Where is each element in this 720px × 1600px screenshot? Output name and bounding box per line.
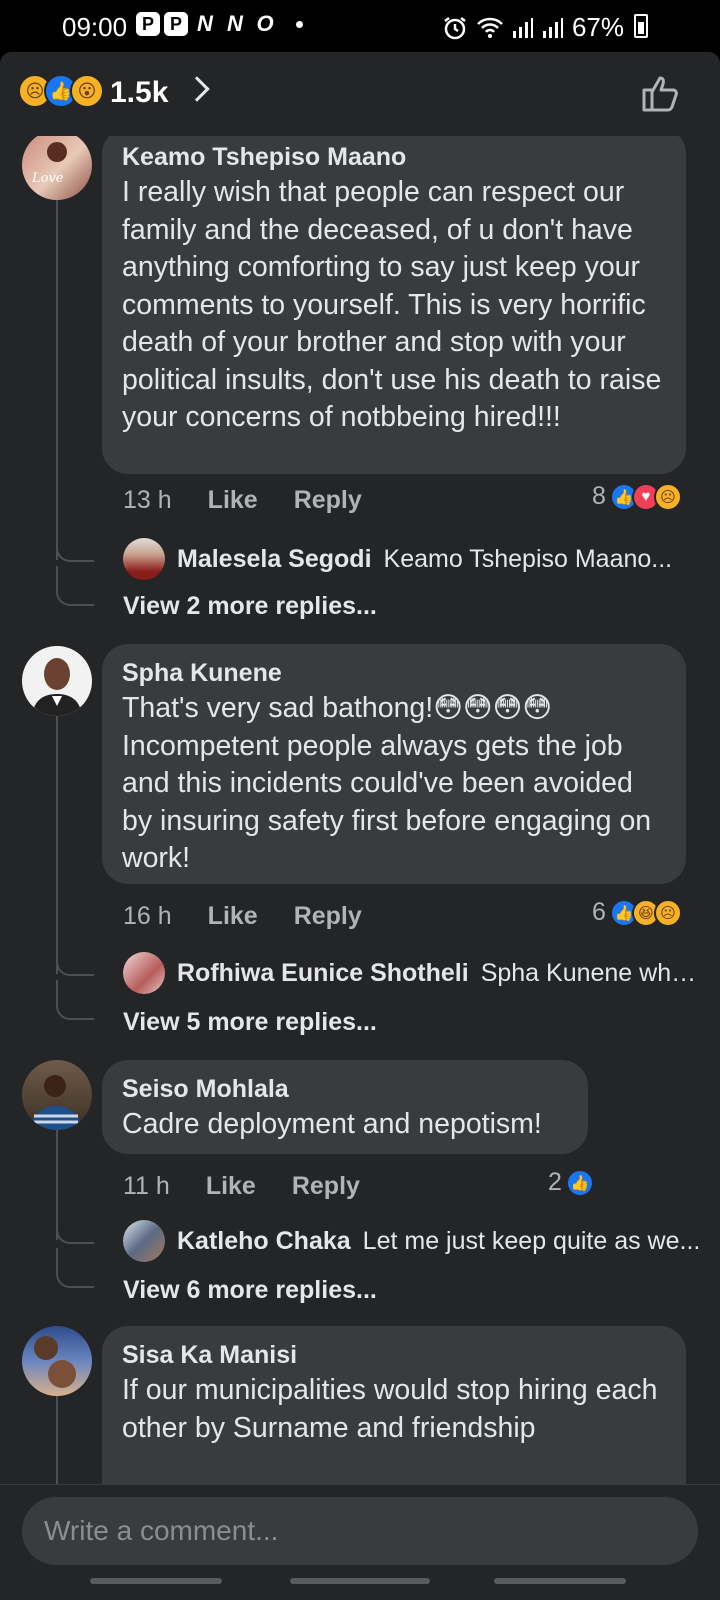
thread-branch: [56, 980, 94, 1020]
reply-button[interactable]: Reply: [294, 486, 362, 515]
battery-icon: [634, 14, 648, 38]
alarm-icon: [444, 16, 466, 39]
thread-branch: [56, 932, 94, 976]
svg-text:Love: Love: [31, 171, 64, 186]
comment-text: I really wish that people can respect ou…: [122, 176, 662, 433]
status-bar: 09:00 P P N N O 67%: [0, 0, 720, 52]
notification-p-icon: P: [136, 12, 160, 36]
reply-author[interactable]: Malesela Segodi: [177, 545, 372, 574]
reply-snippet: Spha Kunene wha...: [480, 958, 703, 987]
comment-input[interactable]: [22, 1497, 698, 1565]
reactions-header[interactable]: ☹ 👍 😮 1.5k: [0, 52, 720, 136]
comment-reactions[interactable]: 2 👍: [548, 1168, 594, 1197]
wow-reaction-icon: 😮: [70, 74, 104, 108]
signal-icon: [542, 17, 563, 38]
reaction-number: 2: [548, 1168, 562, 1196]
notification-n-icon: N: [227, 11, 243, 36]
reply-preview[interactable]: Malesela Segodi Keamo Tshepiso Maano...: [123, 538, 703, 580]
notification-icons: P P N N O: [136, 11, 303, 36]
signal-icon: [512, 17, 533, 38]
reaction-number: 8: [592, 482, 606, 510]
nav-recents-button[interactable]: [90, 1578, 222, 1584]
comment-author[interactable]: Keamo Tshepiso Maano: [122, 142, 666, 172]
comment-timestamp[interactable]: 16 h: [123, 902, 172, 931]
reply-author[interactable]: Katleho Chaka: [177, 1227, 351, 1256]
thread-branch: [56, 1248, 94, 1288]
system-nav-bar: [0, 1564, 720, 1600]
avatar[interactable]: Love: [22, 136, 92, 200]
reaction-summary-icons[interactable]: ☹ 👍 😮: [18, 74, 104, 108]
comment-reactions[interactable]: 8 👍 ♥ ☹: [592, 482, 682, 511]
like-reaction-icon: 👍: [565, 1168, 594, 1197]
avatar[interactable]: [123, 1220, 165, 1262]
reply-snippet: Let me just keep quite as we...: [362, 1226, 701, 1255]
like-button[interactable]: Like: [208, 486, 258, 515]
comment-actions: 16 h Like Reply: [123, 902, 362, 931]
nav-back-button[interactable]: [494, 1578, 626, 1584]
chevron-right-icon[interactable]: [184, 76, 210, 102]
reaction-count[interactable]: 1.5k: [110, 76, 168, 110]
comment-actions: 13 h Like Reply: [123, 486, 362, 515]
reply-preview[interactable]: Rofhiwa Eunice Shotheli Spha Kunene wha.…: [123, 952, 703, 994]
avatar[interactable]: [22, 1326, 92, 1396]
more-notifications-dot-icon: [296, 20, 303, 28]
comment-text: Cadre deployment and nepotism!: [122, 1108, 542, 1140]
battery-percent: 67%: [571, 12, 624, 42]
reaction-number: 6: [592, 898, 606, 926]
thread-branch: [56, 518, 94, 562]
comment-author[interactable]: Seiso Mohlala: [122, 1074, 568, 1104]
comments-panel: ☹ 👍 😮 1.5k Love Keamo Tshepiso Maano I r…: [0, 52, 720, 1600]
reply-snippet: Keamo Tshepiso Maano...: [383, 544, 673, 573]
wifi-icon: [477, 17, 503, 38]
thread-branch: [56, 566, 94, 606]
thread-line: [56, 200, 58, 560]
comment-author[interactable]: Spha Kunene: [122, 658, 666, 688]
system-status: 67%: [442, 12, 650, 43]
avatar[interactable]: [22, 646, 92, 716]
like-button[interactable]: Like: [206, 1172, 256, 1201]
comment-bubble[interactable]: Keamo Tshepiso Maano I really wish that …: [102, 136, 686, 474]
reply-button[interactable]: Reply: [294, 902, 362, 931]
reply-author[interactable]: Rofhiwa Eunice Shotheli: [177, 959, 469, 988]
comment-text: If our municipalities would stop hiring …: [122, 1374, 658, 1444]
view-more-replies-link[interactable]: View 5 more replies...: [123, 1008, 377, 1037]
notification-p-icon: P: [164, 12, 188, 36]
reply-button[interactable]: Reply: [292, 1172, 360, 1201]
avatar[interactable]: [123, 538, 165, 580]
thumbs-up-icon[interactable]: [638, 70, 684, 116]
avatar[interactable]: [22, 1060, 92, 1130]
comment-author[interactable]: Sisa Ka Manisi: [122, 1340, 666, 1370]
sad-reaction-icon: ☹: [653, 898, 682, 927]
comment-timestamp[interactable]: 11 h: [123, 1172, 170, 1201]
reply-preview[interactable]: Katleho Chaka Let me just keep quite as …: [123, 1220, 703, 1262]
avatar[interactable]: [123, 952, 165, 994]
sad-reaction-icon: ☹: [653, 482, 682, 511]
comment-timestamp[interactable]: 13 h: [123, 486, 172, 515]
thread-branch: [56, 1200, 94, 1244]
notification-o-icon: O: [256, 11, 274, 36]
comment-actions: 11 h Like Reply: [123, 1172, 360, 1201]
notification-n-icon: N: [197, 11, 213, 36]
status-time: 09:00: [62, 12, 128, 42]
nav-home-button[interactable]: [290, 1578, 430, 1584]
view-more-replies-link[interactable]: View 6 more replies...: [123, 1276, 377, 1305]
comment-list: Love Keamo Tshepiso Maano I really wish …: [0, 136, 720, 1536]
view-more-replies-link[interactable]: View 2 more replies...: [123, 592, 377, 621]
comment-composer: [0, 1484, 720, 1600]
comment-reactions[interactable]: 6 👍 😆 ☹: [592, 898, 682, 927]
like-button[interactable]: Like: [208, 902, 258, 931]
comment-bubble[interactable]: Spha Kunene That's very sad bathong!😳😳😳😳…: [102, 644, 686, 884]
comment-bubble[interactable]: Seiso Mohlala Cadre deployment and nepot…: [102, 1060, 588, 1154]
comment-text: That's very sad bathong!😳😳😳😳 Incompetent…: [122, 692, 652, 874]
